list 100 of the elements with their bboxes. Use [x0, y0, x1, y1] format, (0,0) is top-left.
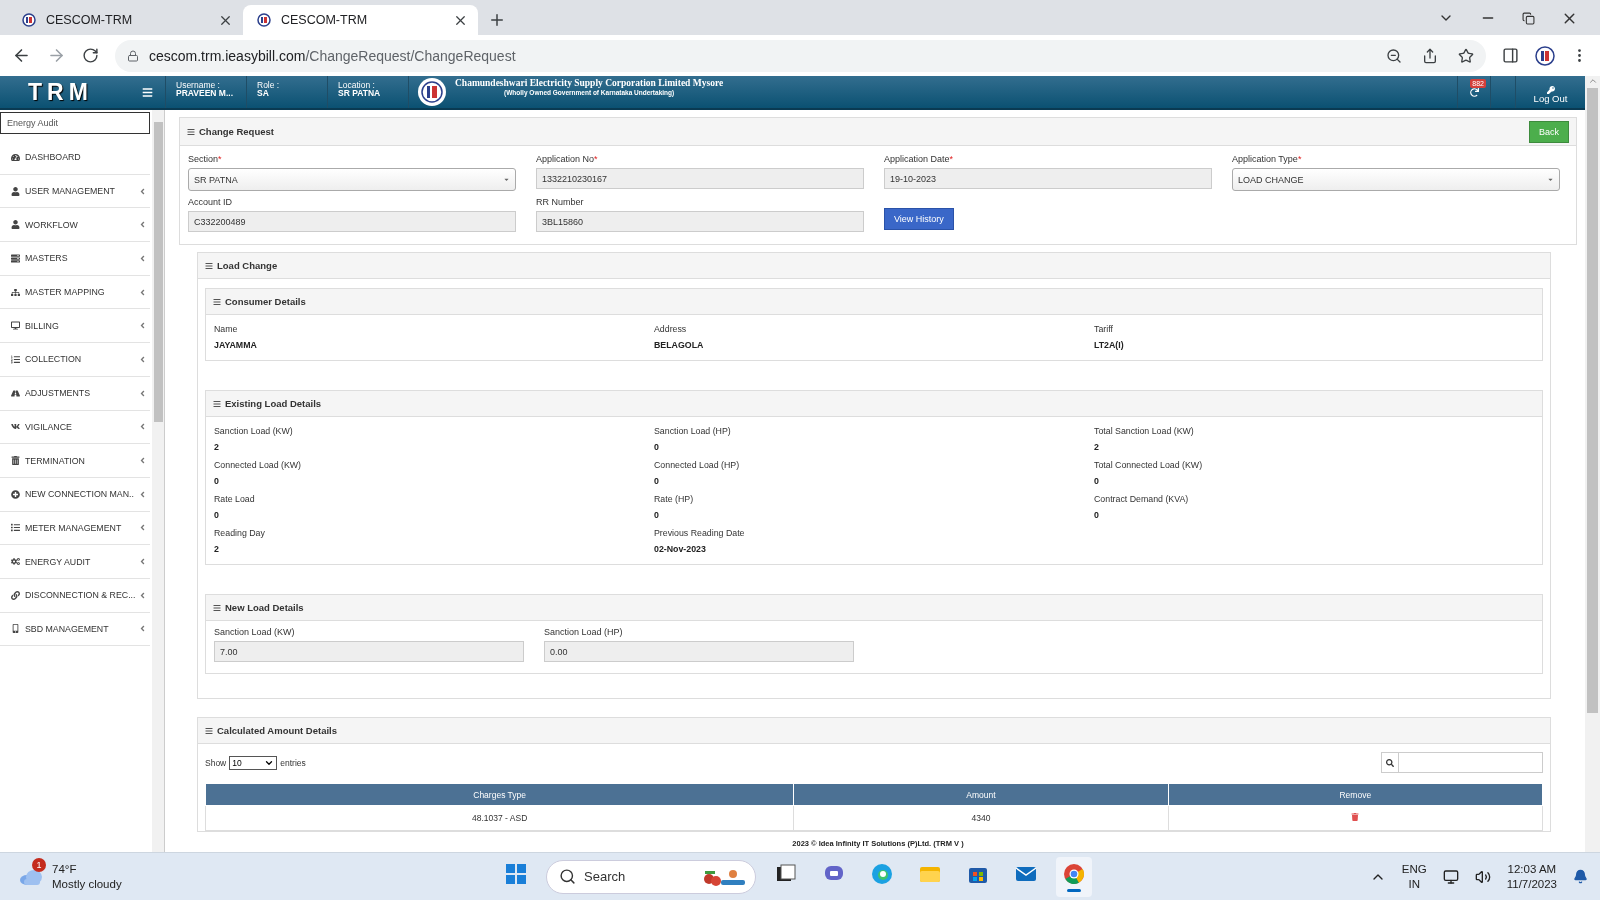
chevron-left-icon: [138, 220, 147, 230]
star-icon[interactable]: [1458, 47, 1474, 64]
menu-icon: [205, 261, 213, 270]
monitor-icon: [11, 321, 20, 331]
browser-tab[interactable]: CESCOM-TRM: [8, 5, 243, 35]
windows-start-icon[interactable]: [504, 861, 528, 886]
app-logo: TRM: [28, 78, 93, 106]
info-value: 2: [1094, 442, 1100, 452]
header-value: SA: [257, 89, 270, 97]
sidebar-item[interactable]: TERMINATION: [0, 444, 150, 478]
select-field[interactable]: LOAD CHANGE: [1232, 168, 1560, 191]
clock-date[interactable]: 11/7/2023: [1506, 876, 1557, 892]
text-field[interactable]: 3BL15860: [536, 211, 864, 232]
panel-title: Change Request: [199, 126, 275, 137]
chevron-left-icon: [138, 523, 147, 533]
info-label: Reading Day: [214, 528, 266, 538]
text-field[interactable]: 0.00: [544, 641, 854, 662]
header-value: PRAVEEN M...: [176, 89, 234, 97]
trash-icon: [11, 456, 20, 466]
menu-icon[interactable]: [142, 86, 153, 98]
trash-icon[interactable]: [1351, 813, 1360, 821]
gauge-icon: [11, 152, 20, 162]
sidebar-item[interactable]: NEW CONNECTION MAN..: [0, 477, 150, 512]
sidebar-item[interactable]: MASTERS: [0, 242, 150, 276]
chevron-left-icon: [138, 624, 147, 634]
sidebar-item[interactable]: COLLECTION: [0, 343, 150, 377]
chrome-browser-icon[interactable]: [1062, 861, 1086, 886]
profile-avatar-icon[interactable]: [1535, 45, 1555, 66]
info-value: 2: [214, 442, 220, 452]
info-label: Connected Load (HP): [654, 460, 741, 470]
sidebar-item[interactable]: DISCONNECTION & REC...: [0, 578, 150, 613]
lock-icon: [127, 49, 139, 62]
info-label: Tariff: [1094, 324, 1114, 334]
edge-browser-icon[interactable]: [870, 861, 894, 886]
column-header[interactable]: Charges Type: [205, 783, 794, 806]
region-text[interactable]: IN: [1408, 876, 1420, 892]
column-header[interactable]: Remove: [1168, 783, 1543, 806]
address-bar[interactable]: cescom.trm.ieasybill.com/ChangeRequest/ChangeRequest: [115, 39, 1486, 72]
show-label: Show: [205, 757, 227, 768]
key-icon: [1546, 86, 1555, 94]
restore-icon[interactable]: [1522, 11, 1535, 25]
menu-icon: [187, 127, 195, 136]
field-label: Application Type*: [1232, 154, 1303, 164]
temperature-text: 74°F: [52, 861, 78, 877]
panel-title: Existing Load Details: [225, 398, 323, 409]
organization-name: Chamundeshwari Electricity Supply Corporation Limited Mysore: [455, 79, 724, 88]
taskbar-search-field[interactable]: Search: [546, 859, 756, 894]
info-label: Total Connected Load (KW): [1094, 460, 1204, 470]
language-text[interactable]: ENG: [1401, 861, 1427, 877]
page-size-select[interactable]: 10: [229, 755, 278, 770]
sidebar-item[interactable]: BILLING: [0, 309, 150, 344]
table-search-field[interactable]: [1381, 752, 1543, 773]
chevron-left-icon: [138, 590, 147, 600]
text-field[interactable]: 7.00: [214, 641, 524, 662]
logout-link[interactable]: Log Out: [1533, 94, 1568, 104]
search-icon: [1386, 758, 1394, 767]
sidebar-item[interactable]: ADJUSTMENTS: [0, 376, 150, 411]
sidebar-item[interactable]: ENERGY AUDIT: [0, 545, 150, 579]
user-icon: [11, 186, 20, 196]
link-icon: [11, 590, 20, 600]
refresh-icon[interactable]: [1469, 87, 1479, 97]
clock-time[interactable]: 12:03 AM: [1507, 861, 1557, 877]
page-scrollbar[interactable]: [1585, 76, 1600, 852]
text-field[interactable]: C332200489: [188, 211, 516, 232]
zoom-out-icon[interactable]: [1386, 47, 1402, 64]
chevron-left-icon: [138, 186, 147, 196]
table-cell: 48.1037 - ASD: [205, 805, 794, 831]
column-header[interactable]: Amount: [793, 783, 1169, 806]
sidebar-item[interactable]: METER MANAGEMENT: [0, 511, 150, 546]
volume-icon[interactable]: [1474, 868, 1491, 885]
info-label: Connected Load (KW): [214, 460, 303, 470]
sidebar-item[interactable]: USER MANAGEMENT: [0, 174, 150, 209]
info-value: 0: [214, 476, 220, 486]
field-label: RR Number: [536, 197, 585, 207]
sidebar-item[interactable]: SBD MANAGEMENT: [0, 612, 150, 647]
select-field[interactable]: SR PATNA: [188, 168, 516, 191]
view-history-button[interactable]: View History: [884, 208, 954, 230]
sidebar-item[interactable]: VIGILANCE: [0, 410, 150, 445]
network-icon[interactable]: [1442, 868, 1459, 885]
reload-icon[interactable]: [82, 47, 99, 64]
text-field[interactable]: 19-10-2023: [884, 168, 1212, 189]
menu-icon: [205, 726, 213, 735]
share-icon[interactable]: [1422, 47, 1438, 64]
chevron-left-icon: [138, 287, 147, 297]
sidebar-item[interactable]: DASHBOARD: [0, 141, 150, 175]
sidebar-scrollbar[interactable]: [152, 110, 164, 852]
list-icon: [11, 354, 20, 364]
sidebar-search-field[interactable]: Energy Audit: [0, 112, 150, 134]
forward-arrow-icon[interactable]: [47, 46, 66, 65]
notification-bell-icon[interactable]: [1573, 869, 1588, 884]
text-field[interactable]: 1332210230167: [536, 168, 864, 189]
site-favicon-icon: [257, 13, 271, 27]
panel-title: Calculated Amount Details: [217, 725, 338, 736]
menu-icon: [213, 603, 221, 612]
new-tab-icon[interactable]: [488, 11, 506, 29]
info-value: 0: [1094, 510, 1100, 520]
sidebar-item[interactable]: MASTER MAPPING: [0, 275, 150, 310]
side-panel-icon[interactable]: [1502, 47, 1519, 64]
sidebar-item[interactable]: WORKFLOW: [0, 208, 150, 243]
browser-tab[interactable]: CESCOM-TRM: [243, 5, 478, 35]
